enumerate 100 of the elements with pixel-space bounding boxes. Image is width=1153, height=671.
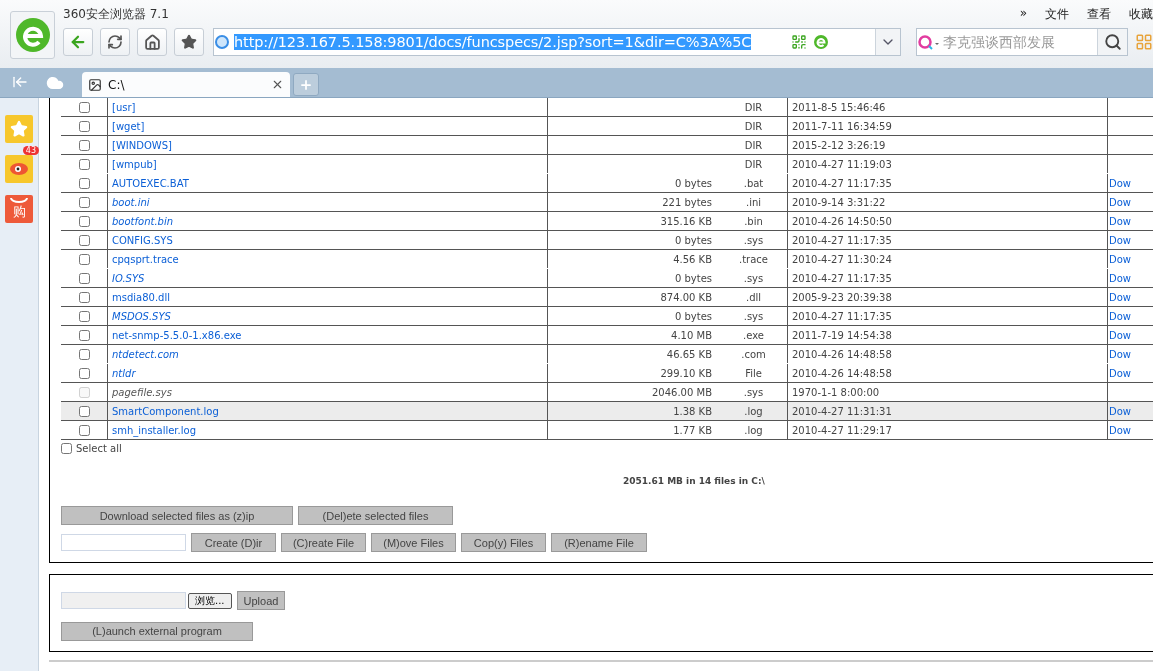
select-all-label: Select all — [76, 443, 122, 454]
file-name-link[interactable]: [usr] — [112, 101, 136, 113]
download-link[interactable]: Dow — [1109, 405, 1131, 417]
shopping-button[interactable]: 购 — [5, 195, 33, 223]
download-link[interactable]: Dow — [1109, 253, 1131, 265]
row-checkbox[interactable] — [78, 329, 90, 341]
file-type: DIR — [744, 120, 763, 132]
file-name-link[interactable]: ntldr — [112, 367, 136, 379]
row-checkbox[interactable] — [78, 139, 90, 151]
file-type: .sys — [743, 272, 764, 284]
row-checkbox[interactable] — [78, 253, 90, 265]
home-button[interactable] — [137, 28, 167, 56]
modified-date: 2010-4-27 11:17:35 — [792, 177, 892, 189]
row-checkbox[interactable] — [78, 120, 90, 132]
download-link[interactable]: Dow — [1109, 329, 1131, 341]
file-name-link[interactable]: CONFIG.SYS — [112, 234, 173, 246]
file-action-button[interactable]: (R)ename File — [551, 533, 647, 552]
modified-date: 2010-4-27 11:19:03 — [792, 158, 892, 170]
file-action-button[interactable]: Cop(y) Files — [461, 533, 546, 552]
file-action-button[interactable]: Create (D)ir — [191, 533, 276, 552]
weibo-button[interactable] — [5, 155, 33, 183]
file-name-link[interactable]: SmartComponent.log — [112, 405, 219, 417]
download-link[interactable]: Dow — [1109, 348, 1131, 360]
refresh-button[interactable] — [100, 28, 130, 56]
file-type: .log — [744, 424, 763, 436]
file-size: 0 bytes — [674, 177, 712, 189]
row-checkbox[interactable] — [78, 424, 90, 436]
file-name-link[interactable]: net-snmp-5.5.0-1.x86.exe — [112, 329, 242, 341]
row-checkbox[interactable] — [78, 101, 90, 113]
launch-button[interactable]: (L)aunch external program — [61, 621, 253, 641]
file-name-link[interactable]: [WINDOWS] — [112, 139, 172, 151]
download-link[interactable]: Dow — [1109, 310, 1131, 322]
download-link[interactable]: Dow — [1109, 234, 1131, 246]
new-tab-button[interactable] — [293, 73, 319, 96]
close-icon[interactable] — [271, 78, 284, 91]
file-name-link[interactable]: IO.SYS — [112, 272, 145, 284]
modified-date: 2010-4-27 11:29:17 — [792, 424, 892, 436]
file-name-link[interactable]: AUTOEXEC.BAT — [112, 177, 189, 189]
download-link[interactable]: Dow — [1109, 291, 1131, 303]
file-name-link[interactable]: bootfont.bin — [112, 215, 174, 227]
modified-date: 2011-8-5 15:46:46 — [792, 101, 886, 113]
row-checkbox[interactable] — [78, 310, 90, 322]
select-all-checkbox[interactable] — [61, 443, 72, 454]
menu-item[interactable]: » — [1019, 5, 1027, 23]
eye-icon — [9, 162, 29, 176]
row-checkbox[interactable] — [78, 196, 90, 208]
file-name-link[interactable]: [wget] — [112, 120, 145, 132]
file-name-link[interactable]: MSDOS.SYS — [112, 310, 171, 322]
menu-item[interactable]: 收藏 — [1129, 5, 1153, 23]
file-name-link[interactable]: cpqsprt.trace — [112, 253, 179, 265]
file-path-field[interactable] — [61, 592, 186, 609]
favorite-button[interactable] — [174, 28, 204, 56]
browser-logo[interactable] — [10, 11, 55, 59]
qr-code-icon[interactable] — [791, 34, 808, 50]
row-checkbox[interactable] — [78, 348, 90, 360]
row-checkbox[interactable] — [78, 405, 90, 417]
row-checkbox[interactable] — [78, 291, 90, 303]
row-checkbox[interactable] — [78, 215, 90, 227]
modified-date: 2005-9-23 20:39:38 — [792, 291, 892, 303]
search-field[interactable]: 李克强谈西部发展 — [916, 28, 1128, 56]
modified-date: 2015-2-12 3:26:19 — [792, 139, 886, 151]
file-name-link[interactable]: ntdetect.com — [112, 348, 179, 360]
download-link[interactable]: Dow — [1109, 424, 1131, 436]
modified-date: 2010-4-26 14:48:58 — [792, 367, 892, 379]
action-button[interactable]: Download selected files as (z)ip — [61, 506, 293, 525]
action-button[interactable]: (Del)ete selected files — [298, 506, 453, 525]
file-name-link[interactable]: [wmpub] — [112, 158, 157, 170]
row-checkbox[interactable] — [78, 272, 90, 284]
menu-item[interactable]: 文件 — [1045, 5, 1069, 23]
file-size: 46.65 KB — [666, 348, 712, 360]
back-button[interactable] — [63, 28, 93, 56]
download-link[interactable]: Dow — [1109, 177, 1131, 189]
menu-item[interactable]: 查看 — [1087, 5, 1111, 23]
file-type: .ini — [745, 196, 762, 208]
search-button[interactable] — [1097, 29, 1127, 55]
handle-icon — [10, 197, 28, 203]
file-name-link[interactable]: boot.ini — [112, 196, 150, 208]
row-checkbox[interactable] — [78, 158, 90, 170]
row-checkbox[interactable] — [78, 177, 90, 189]
file-name-link[interactable]: msdia80.dll — [112, 291, 170, 303]
file-action-button[interactable]: (M)ove Files — [371, 533, 456, 552]
browser-e-icon[interactable] — [813, 34, 830, 50]
file-action-button[interactable]: (C)reate File — [281, 533, 366, 552]
download-link[interactable]: Dow — [1109, 196, 1131, 208]
browse-button[interactable]: 浏览... — [188, 592, 232, 609]
download-link[interactable]: Dow — [1109, 367, 1131, 379]
download-link[interactable]: Dow — [1109, 215, 1131, 227]
browser-tab[interactable]: C:\ — [82, 72, 290, 97]
file-size: 4.56 KB — [673, 253, 712, 265]
star-icon — [10, 120, 28, 138]
name-input-field[interactable] — [61, 534, 186, 551]
row-checkbox[interactable] — [78, 367, 90, 379]
download-link[interactable]: Dow — [1109, 272, 1131, 284]
file-type: .bat — [743, 177, 764, 189]
summary-text: 2051.61 MB in 14 files in C:\ — [623, 476, 766, 486]
row-checkbox[interactable] — [78, 234, 90, 246]
file-name-link[interactable]: smh_installer.log — [112, 424, 196, 436]
upload-button[interactable]: Upload — [236, 591, 286, 610]
modified-date: 1970-1-1 8:00:00 — [792, 386, 880, 398]
globe-icon — [214, 34, 230, 50]
